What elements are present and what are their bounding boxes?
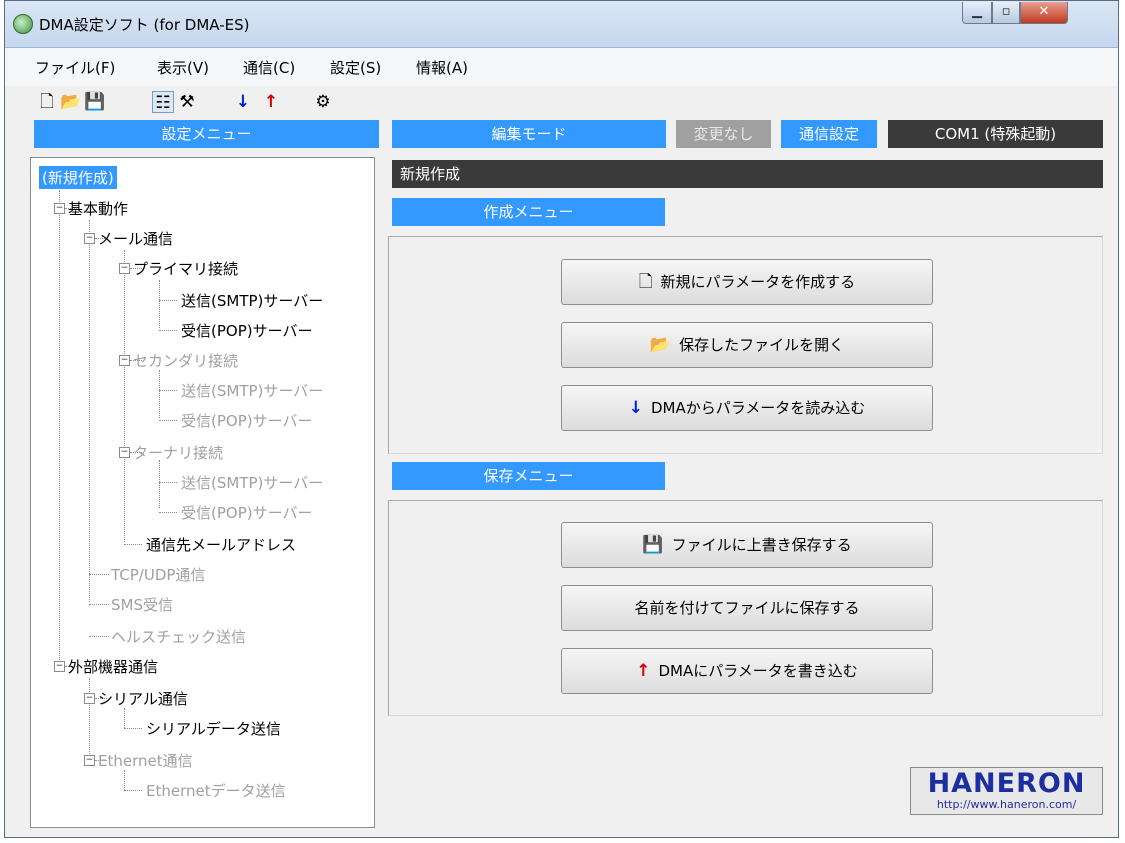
tree-node-primary[interactable]: プライマリ接続	[133, 258, 238, 279]
tree-node-ethernet[interactable]: Ethernet通信	[98, 750, 193, 771]
tree-node-ternary-smtp[interactable]: 送信(SMTP)サーバー	[181, 472, 323, 493]
new-file-icon: 🗋	[638, 272, 653, 292]
settings-gear-icon[interactable]: ⚙	[312, 91, 334, 113]
menu-communication[interactable]: 通信(C)	[243, 57, 295, 78]
open-folder-icon[interactable]: 📂	[60, 91, 82, 113]
open-folder-icon: 📂	[649, 335, 672, 355]
tree-node-basic[interactable]: 基本動作	[68, 198, 128, 219]
tree-node-mail[interactable]: メール通信	[98, 228, 173, 249]
tree-node-external[interactable]: 外部機器通信	[68, 656, 158, 677]
menu-view[interactable]: 表示(V)	[157, 57, 209, 78]
write-to-dma-button[interactable]: ↑ DMAにパラメータを書き込む	[561, 648, 933, 694]
tree-node-serial-send[interactable]: シリアルデータ送信	[146, 718, 281, 739]
menu-bar: ファイル(F) 表示(V) 通信(C) 設定(S) 情報(A)	[5, 48, 1118, 86]
overwrite-save-label: ファイルに上書き保存する	[671, 536, 852, 554]
collapse-icon[interactable]: −	[119, 263, 130, 274]
settings-menu-header: 設定メニュー	[34, 120, 379, 148]
download-arrow-icon: ↓	[628, 398, 643, 418]
tree-node-secondary[interactable]: セカンダリ接続	[133, 350, 238, 371]
haneron-logo[interactable]: HANERON http://www.haneron.com/	[910, 767, 1103, 815]
open-file-label: 保存したファイルを開く	[679, 336, 845, 354]
collapse-icon[interactable]: −	[84, 233, 95, 244]
toolbar: 🗋 📂 💾 ☷ ⚒ ↓ ↑ ⚙	[5, 87, 1118, 117]
tree-node-ternary-pop[interactable]: 受信(POP)サーバー	[181, 502, 312, 523]
tree-node-ethernet-send[interactable]: Ethernetデータ送信	[146, 780, 286, 801]
tree-node-tcp-udp[interactable]: TCP/UDP通信	[111, 564, 205, 585]
menu-info[interactable]: 情報(A)	[416, 57, 468, 78]
tools-icon[interactable]: ⚒	[176, 91, 198, 113]
tree-node-primary-smtp[interactable]: 送信(SMTP)サーバー	[181, 290, 323, 311]
save-menu-header: 保存メニュー	[392, 462, 665, 490]
save-icon[interactable]: 💾	[84, 91, 106, 113]
overwrite-save-button[interactable]: 💾 ファイルに上書き保存する	[561, 522, 933, 568]
tree-view-icon[interactable]: ☷	[152, 91, 174, 113]
mode-indicator: 編集モード	[392, 120, 666, 148]
new-parameters-label: 新規にパラメータを作成する	[660, 273, 856, 291]
download-arrow-icon[interactable]: ↓	[232, 91, 254, 113]
title-bar[interactable]: DMA設定ソフト (for DMA-ES) ▁ ▫ ✕	[5, 1, 1118, 48]
tree-node-secondary-pop[interactable]: 受信(POP)サーバー	[181, 410, 312, 431]
collapse-icon[interactable]: −	[54, 661, 65, 672]
collapse-icon[interactable]: −	[84, 755, 95, 766]
tree-node-mail-address[interactable]: 通信先メールアドレス	[146, 534, 296, 555]
tree-node-secondary-smtp[interactable]: 送信(SMTP)サーバー	[181, 380, 323, 401]
save-as-label: 名前を付けてファイルに保存する	[634, 599, 860, 617]
collapse-icon[interactable]: −	[119, 355, 130, 366]
app-icon	[13, 14, 33, 34]
tree-node-ternary[interactable]: ターナリ接続	[133, 442, 223, 463]
page-title: 新規作成	[392, 160, 1103, 188]
tree-node-serial[interactable]: シリアル通信	[98, 688, 188, 709]
new-file-icon[interactable]: 🗋	[36, 91, 58, 113]
tree-node-sms[interactable]: SMS受信	[111, 594, 173, 615]
new-parameters-button[interactable]: 🗋 新規にパラメータを作成する	[561, 259, 933, 305]
logo-url: http://www.haneron.com/	[936, 798, 1077, 811]
comm-settings-button[interactable]: 通信設定	[781, 120, 877, 148]
tree-node-health-check[interactable]: ヘルスチェック送信	[111, 626, 246, 647]
maximize-button[interactable]: ▫	[992, 2, 1020, 24]
save-icon: 💾	[642, 535, 664, 555]
upload-arrow-icon[interactable]: ↑	[260, 91, 282, 113]
collapse-icon[interactable]: −	[54, 203, 65, 214]
upload-arrow-icon: ↑	[636, 661, 651, 681]
change-status-badge: 変更なし	[676, 120, 771, 148]
menu-file[interactable]: ファイル(F)	[35, 57, 115, 78]
read-from-dma-label: DMAからパラメータを読み込む	[650, 399, 866, 417]
tree-node-primary-pop[interactable]: 受信(POP)サーバー	[181, 320, 312, 341]
window-title: DMA設定ソフト (for DMA-ES)	[39, 16, 250, 34]
read-from-dma-button[interactable]: ↓ DMAからパラメータを読み込む	[561, 385, 933, 431]
menu-settings[interactable]: 設定(S)	[330, 57, 381, 78]
write-to-dma-label: DMAにパラメータを書き込む	[658, 662, 858, 680]
minimize-button[interactable]: ▁	[962, 2, 992, 24]
settings-tree[interactable]: − − − − − − − − (新規作成) 基本動作 メール通信 プライマリ接…	[30, 157, 375, 828]
collapse-icon[interactable]: −	[84, 693, 95, 704]
open-file-button[interactable]: 📂 保存したファイルを開く	[561, 322, 933, 368]
logo-text: HANERON	[927, 768, 1086, 799]
create-menu-header: 作成メニュー	[392, 198, 665, 226]
collapse-icon[interactable]: −	[119, 447, 130, 458]
tree-node-new[interactable]: (新規作成)	[39, 166, 117, 189]
save-as-button[interactable]: 名前を付けてファイルに保存する	[561, 585, 933, 631]
port-indicator: COM1 (特殊起動)	[888, 120, 1103, 148]
close-button[interactable]: ✕	[1020, 2, 1068, 24]
